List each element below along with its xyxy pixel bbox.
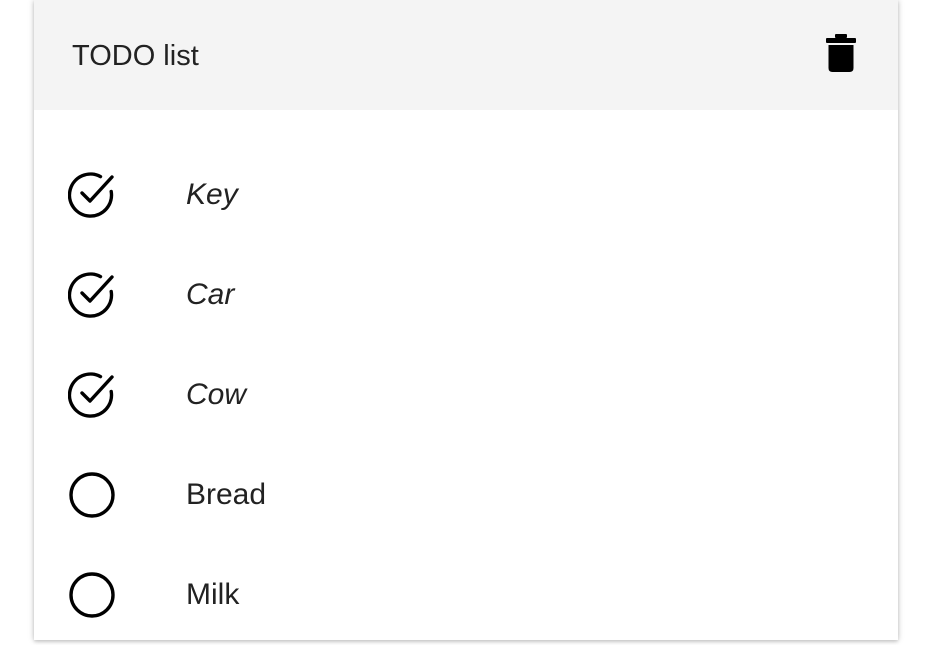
trash-icon [826,34,856,72]
check-circle-icon[interactable] [68,371,116,419]
list-item-label: Milk [186,578,240,611]
todo-card: TODO list Key Car Cow Bread Milk [34,0,898,640]
list-item-label: Cow [186,378,247,411]
list-item[interactable]: Bread [34,445,898,545]
list-item-label: Bread [186,478,267,511]
delete-button[interactable] [824,33,858,73]
empty-circle-icon[interactable] [68,471,116,519]
list-item-label: Key [186,178,238,211]
check-circle-icon[interactable] [68,171,116,219]
empty-circle-icon[interactable] [68,571,116,619]
todo-list: Key Car Cow Bread Milk [34,110,898,645]
list-item[interactable]: Key [34,145,898,245]
list-item[interactable]: Car [34,245,898,345]
page-title: TODO list [72,39,199,72]
list-item-label: Car [186,278,235,311]
list-item[interactable]: Milk [34,545,898,645]
list-item[interactable]: Cow [34,345,898,445]
card-header: TODO list [34,0,898,110]
check-circle-icon[interactable] [68,271,116,319]
